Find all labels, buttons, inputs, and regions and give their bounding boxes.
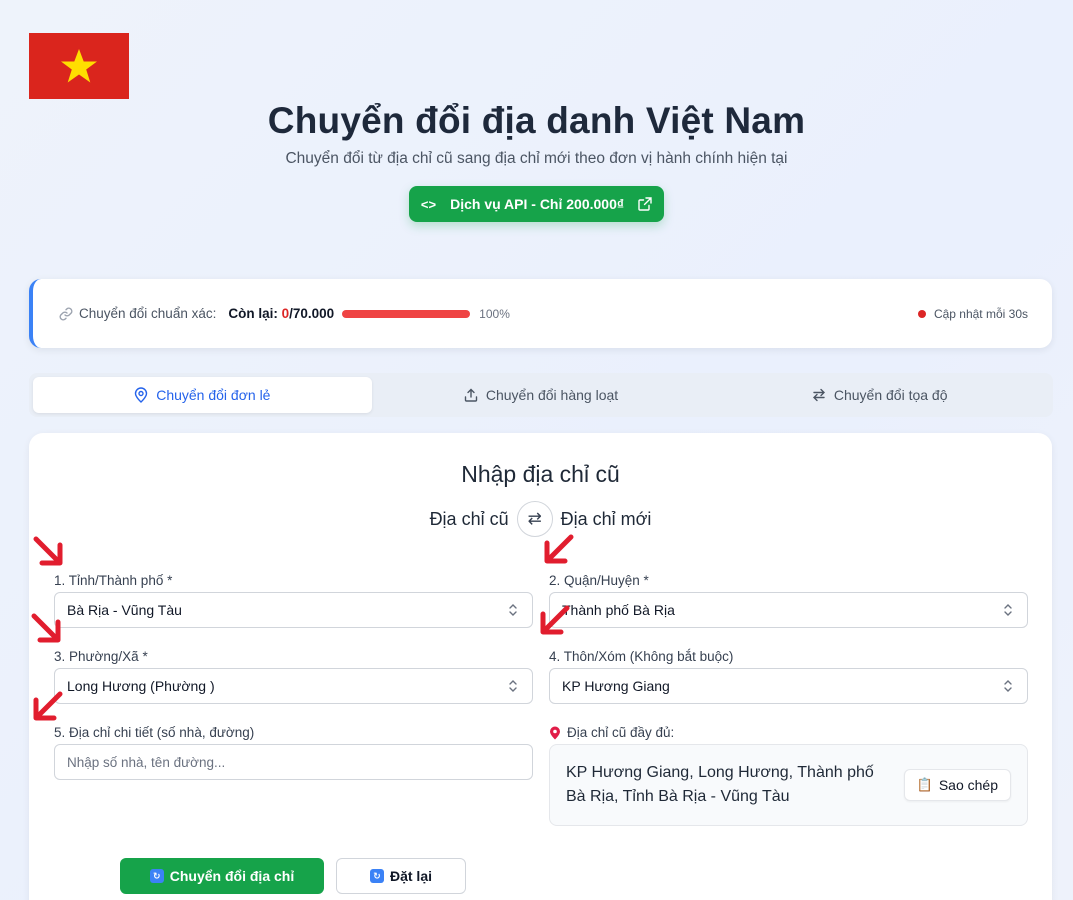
upload-icon xyxy=(464,388,478,402)
live-dot-icon xyxy=(917,309,926,318)
ward-label: 3. Phường/Xã * xyxy=(54,649,148,664)
page-title: Chuyển đổi địa danh Việt Nam xyxy=(267,100,806,141)
swap-icon: ⇄ xyxy=(527,509,542,528)
page-subtitle: Chuyển đổi từ địa chỉ cũ sang địa chỉ mớ… xyxy=(285,150,788,167)
star-icon xyxy=(61,49,97,83)
api-service-button[interactable]: <> Dịch vụ API - Chỉ 200.000₫ xyxy=(408,186,665,222)
address-form-panel: Nhập địa chỉ cũ Địa chỉ cũ ⇄ Địa chỉ mới… xyxy=(29,433,1052,900)
convert-address-button[interactable]: ↻ Chuyển đổi địa chỉ xyxy=(120,858,324,894)
swap-arrows-icon xyxy=(812,388,825,402)
full-address-label: Địa chỉ cũ đầy đủ: xyxy=(567,725,675,740)
quota-total: /70.000 xyxy=(289,306,335,321)
quota-percent: 100% xyxy=(479,306,510,321)
annotation-arrow-icon xyxy=(33,536,63,566)
tab-single-convert[interactable]: Chuyển đổi đơn lẻ xyxy=(33,377,372,413)
convert-label: Chuyển đổi địa chỉ xyxy=(169,868,295,884)
vietnam-flag xyxy=(29,33,129,99)
tab-coordinate-label: Chuyển đổi tọa độ xyxy=(833,387,948,403)
province-select[interactable]: Bà Rịa - Vũng Tàu xyxy=(54,592,533,628)
mode-tabs: Chuyển đổi đơn lẻ Chuyển đổi hàng loạt C… xyxy=(29,373,1053,417)
link-icon xyxy=(59,307,73,320)
detail-address-input[interactable] xyxy=(54,744,533,780)
full-address-text: KP Hương Giang, Long Hương, Thành phố Bà… xyxy=(566,764,874,805)
reset-button[interactable]: ↻ Đặt lại xyxy=(336,858,466,894)
tab-batch-label: Chuyển đổi hàng loạt xyxy=(485,387,619,403)
copy-label: Sao chép xyxy=(938,777,998,793)
annotation-arrow-icon xyxy=(33,691,63,721)
full-address-heading: Địa chỉ cũ đầy đủ: xyxy=(549,725,674,740)
quota-remaining: Còn lại: 0/70.000 xyxy=(228,306,334,321)
direction-switch: Địa chỉ cũ ⇄ Địa chỉ mới xyxy=(29,501,1052,537)
update-indicator: Cập nhật mỗi 30s xyxy=(917,306,1028,321)
chevron-up-down-icon xyxy=(509,604,517,616)
clipboard-icon: 📋 xyxy=(916,777,933,792)
quota-label: Chuyển đổi chuẩn xác: xyxy=(79,306,217,321)
detail-label: 5. Địa chỉ chi tiết (số nhà, đường) xyxy=(54,725,255,740)
page-header: Chuyển đổi địa danh Việt Nam Chuyển đổi … xyxy=(0,100,1073,222)
quota-progress-fill xyxy=(342,309,471,318)
external-link-icon xyxy=(638,197,652,211)
code-icon: <> xyxy=(420,196,437,212)
copy-button[interactable]: 📋 Sao chép xyxy=(903,769,1011,801)
pushpin-icon xyxy=(550,726,560,739)
full-address-box: KP Hương Giang, Long Hương, Thành phố Bà… xyxy=(549,744,1028,826)
update-text: Cập nhật mỗi 30s xyxy=(933,306,1028,321)
quota-progress-bar xyxy=(342,309,471,318)
chevron-up-down-icon xyxy=(1004,604,1012,616)
tab-batch-convert[interactable]: Chuyển đổi hàng loạt xyxy=(372,377,711,413)
tab-single-label: Chuyển đổi đơn lẻ xyxy=(156,387,271,403)
swap-direction-button[interactable]: ⇄ xyxy=(516,501,553,537)
ward-select[interactable]: Long Hương (Phường ) xyxy=(54,668,533,704)
refresh-icon: ↻ xyxy=(369,869,384,883)
reset-label: Đặt lại xyxy=(389,868,432,884)
district-value: Thành phố Bà Rịa xyxy=(562,602,675,618)
map-pin-icon xyxy=(135,387,148,403)
district-label: 2. Quận/Huyện * xyxy=(549,573,649,588)
province-value: Bà Rịa - Vũng Tàu xyxy=(67,602,182,618)
quota-used: 0 xyxy=(281,306,290,321)
swap-left-label: Địa chỉ cũ xyxy=(429,508,509,529)
annotation-arrow-icon xyxy=(540,605,570,635)
refresh-icon: ↻ xyxy=(149,869,164,883)
hamlet-select[interactable]: KP Hương Giang xyxy=(549,668,1028,704)
quota-status-card: Chuyển đổi chuẩn xác: Còn lại: 0/70.000 … xyxy=(29,279,1052,348)
annotation-arrow-icon xyxy=(31,613,61,643)
annotation-arrow-icon xyxy=(544,534,574,564)
api-service-label: Dịch vụ API - Chỉ 200.000₫ xyxy=(450,196,625,212)
tab-coordinate-convert[interactable]: Chuyển đổi tọa độ xyxy=(710,377,1049,413)
ward-value: Long Hương (Phường ) xyxy=(67,678,215,694)
chevron-up-down-icon xyxy=(509,680,517,692)
province-label: 1. Tỉnh/Thành phố * xyxy=(54,573,173,588)
hamlet-value: KP Hương Giang xyxy=(562,678,670,694)
chevron-up-down-icon xyxy=(1004,680,1012,692)
swap-right-label: Địa chỉ mới xyxy=(560,508,652,529)
quota-remaining-label: Còn lại: xyxy=(228,306,278,321)
district-select[interactable]: Thành phố Bà Rịa xyxy=(549,592,1028,628)
hamlet-label: 4. Thôn/Xóm (Không bắt buộc) xyxy=(549,649,734,664)
form-title: Nhập địa chỉ cũ xyxy=(461,461,620,487)
